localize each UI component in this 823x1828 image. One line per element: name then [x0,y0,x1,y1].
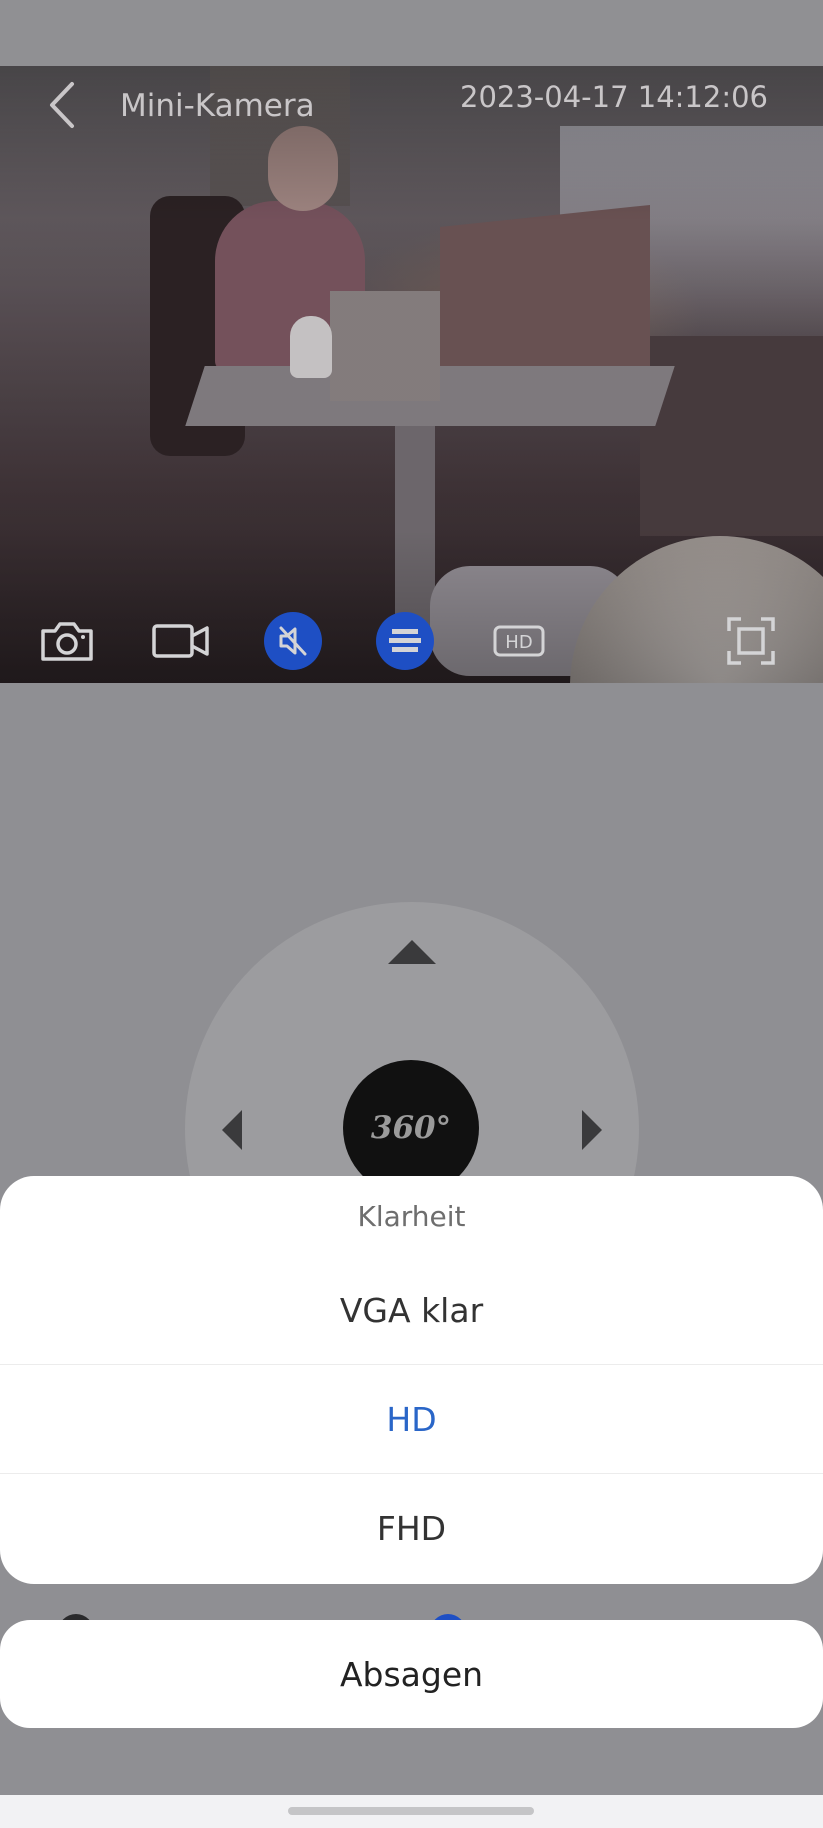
arrow-left-icon[interactable] [222,1110,242,1150]
stream-toggle-button[interactable] [376,612,434,670]
clarity-button[interactable]: HD [488,612,550,670]
snapshot-button[interactable] [38,612,96,670]
option-hd[interactable]: HD [0,1365,823,1474]
video-timestamp: 2023-04-17 14:12:06 [460,80,768,114]
option-label: HD [386,1400,437,1439]
home-indicator[interactable] [288,1807,534,1815]
video-header: Mini-Kamera 2023-04-17 14:12:06 [0,66,823,146]
arrow-right-icon[interactable] [582,1110,602,1150]
chevron-left-icon [50,82,74,128]
camera-icon [41,622,93,661]
arrow-up-icon[interactable] [388,940,436,964]
clarity-action-sheet: Klarheit VGA klar HD FHD [0,1176,823,1584]
option-vga[interactable]: VGA klar [0,1256,823,1365]
mute-button[interactable] [264,612,322,670]
record-button[interactable] [150,612,212,670]
svg-text:HD: HD [505,632,532,653]
status-bar [0,0,823,66]
option-label: VGA klar [339,1291,484,1330]
ptz-360-label: 360° [370,1110,452,1146]
background-icons-peek [0,1600,823,1622]
cancel-button[interactable]: Absagen [0,1620,823,1728]
option-label: FHD [376,1509,447,1548]
hd-icon: HD [493,625,545,657]
back-button[interactable] [36,80,86,130]
camera-title: Mini-Kamera [120,88,315,124]
camera-video-feed[interactable] [0,66,823,683]
sheet-title: Klarheit [357,1199,466,1233]
stream-icon [389,629,421,652]
video-toolbar: HD [0,612,823,672]
fullscreen-button[interactable] [722,612,780,670]
mute-icon [279,626,307,656]
cancel-label: Absagen [339,1654,484,1694]
fullscreen-icon [727,617,775,665]
option-fhd[interactable]: FHD [0,1474,823,1583]
video-record-icon [152,624,209,658]
